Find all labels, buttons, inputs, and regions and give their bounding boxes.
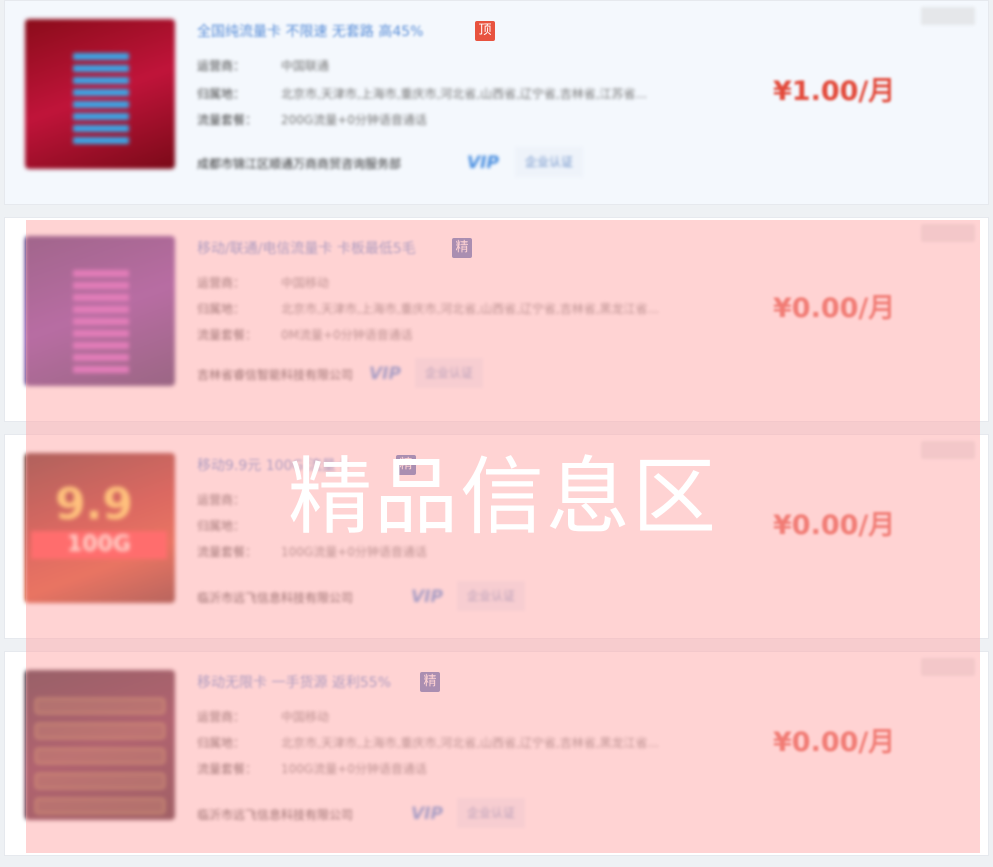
region-value: 北京市,天津市,上海市,重庆市,河北省,山西省,辽宁省,吉林省,黑龙江省...	[281, 736, 659, 750]
package-label: 流量套餐：	[197, 113, 258, 127]
thumb-data-text: 100G	[31, 531, 167, 559]
company-name[interactable]: 成都市锦江区顺通万商商贸咨询服务部	[197, 155, 401, 172]
package-row: 流量套餐： 100G流量+0分钟语音通话	[197, 543, 427, 560]
package-value: 100G流量+0分钟语音通话	[281, 545, 427, 559]
listing-price: ¥0.00/月	[773, 293, 896, 324]
listing-price: ¥0.00/月	[773, 727, 896, 758]
operator-value: 中国联通	[281, 59, 330, 73]
operator-row: 运营商：	[197, 491, 281, 508]
listing-thumbnail[interactable]	[25, 236, 175, 386]
region-row: 归属地： 北京市,天津市,上海市,重庆市,河北省,山西省,辽宁省,吉林省,黑龙江省…	[197, 734, 659, 751]
package-label: 流量套餐：	[197, 545, 258, 559]
listing-price: ¥0.00/月	[773, 510, 896, 541]
operator-label: 运营商：	[197, 493, 246, 507]
enterprise-cert-badge: 企业认证	[457, 581, 526, 611]
featured-badge: 精	[452, 238, 472, 258]
enterprise-cert-badge: 企业认证	[457, 798, 526, 828]
operator-row: 运营商： 中国联通	[197, 57, 329, 74]
top-badge: 顶	[475, 21, 495, 41]
package-value: 0M流量+0分钟语音通话	[281, 328, 413, 342]
listing-title[interactable]: 移动无限卡 一手货源 返利55%	[197, 672, 391, 692]
operator-value: 中国移动	[281, 710, 330, 724]
listing-thumbnail[interactable]	[25, 670, 175, 820]
operator-label: 运营商：	[197, 276, 246, 290]
package-value: 100G流量+0分钟语音通话	[281, 762, 427, 776]
package-value: 200G流量+0分钟语音通话	[281, 113, 427, 127]
corner-tag[interactable]	[921, 441, 975, 459]
company-name[interactable]: 吉林省睿信智能科技有限公司	[197, 366, 353, 383]
operator-value: 中国移动	[281, 276, 330, 290]
vip-badge: VIP	[411, 804, 443, 824]
listing-card-2[interactable]: 移动/联通/电信流量卡 卡板最低5毛 精 运营商： 中国移动 归属地： 北京市,天津…	[4, 217, 989, 422]
listing-card-4[interactable]: 移动无限卡 一手货源 返利55% 精 运营商： 中国移动 归属地： 北京市,天津市,…	[4, 651, 989, 856]
thumb-price-text: 9.9	[55, 479, 133, 530]
corner-tag[interactable]	[921, 658, 975, 676]
company-name[interactable]: 临沂市远飞信息科技有限公司	[197, 806, 353, 823]
operator-label: 运营商：	[197, 59, 246, 73]
listing-card-1[interactable]: 全国纯流量卡 不限速 无套路 高45% 顶 运营商： 中国联通 归属地： 北京市,天…	[4, 0, 989, 205]
listing-card-3[interactable]: 9.9 100G 移动9.9元 100G 流量卡 精 运营商： 归属地： 流量套…	[4, 434, 989, 639]
listing-title[interactable]: 全国纯流量卡 不限速 无套路 高45%	[197, 21, 423, 41]
region-row: 归属地：	[197, 517, 281, 534]
package-row: 流量套餐： 0M流量+0分钟语音通话	[197, 326, 413, 343]
enterprise-cert-badge: 企业认证	[415, 358, 484, 388]
package-label: 流量套餐：	[197, 328, 258, 342]
region-label: 归属地：	[197, 87, 246, 101]
featured-badge: 精	[420, 672, 440, 692]
listing-thumbnail[interactable]	[25, 19, 175, 169]
corner-tag[interactable]	[921, 224, 975, 242]
region-label: 归属地：	[197, 519, 246, 533]
region-value: 北京市,天津市,上海市,重庆市,河北省,山西省,辽宁省,吉林省,黑龙江省...	[281, 302, 659, 316]
region-label: 归属地：	[197, 302, 246, 316]
region-value: 北京市,天津市,上海市,重庆市,河北省,山西省,辽宁省,吉林省,江苏省...	[281, 87, 647, 101]
operator-row: 运营商： 中国移动	[197, 708, 329, 725]
corner-tag[interactable]	[921, 7, 975, 25]
region-label: 归属地：	[197, 736, 246, 750]
region-row: 归属地： 北京市,天津市,上海市,重庆市,河北省,山西省,辽宁省,吉林省,江苏省.…	[197, 85, 647, 102]
listing-title[interactable]: 移动9.9元 100G 流量卡	[197, 455, 350, 475]
enterprise-cert-badge: 企业认证	[515, 147, 584, 177]
operator-label: 运营商：	[197, 710, 246, 724]
vip-badge: VIP	[467, 153, 499, 173]
package-row: 流量套餐： 200G流量+0分钟语音通话	[197, 111, 427, 128]
operator-row: 运营商： 中国移动	[197, 274, 329, 291]
vip-badge: VIP	[411, 587, 443, 607]
region-row: 归属地： 北京市,天津市,上海市,重庆市,河北省,山西省,辽宁省,吉林省,黑龙江省…	[197, 300, 659, 317]
listing-thumbnail[interactable]: 9.9 100G	[25, 453, 175, 603]
company-name[interactable]: 临沂市远飞信息科技有限公司	[197, 589, 353, 606]
package-row: 流量套餐： 100G流量+0分钟语音通话	[197, 760, 427, 777]
featured-badge: 精	[396, 455, 416, 475]
package-label: 流量套餐：	[197, 762, 258, 776]
listing-title[interactable]: 移动/联通/电信流量卡 卡板最低5毛	[197, 238, 416, 258]
listing-price: ¥1.00/月	[773, 76, 896, 107]
vip-badge: VIP	[369, 364, 401, 384]
